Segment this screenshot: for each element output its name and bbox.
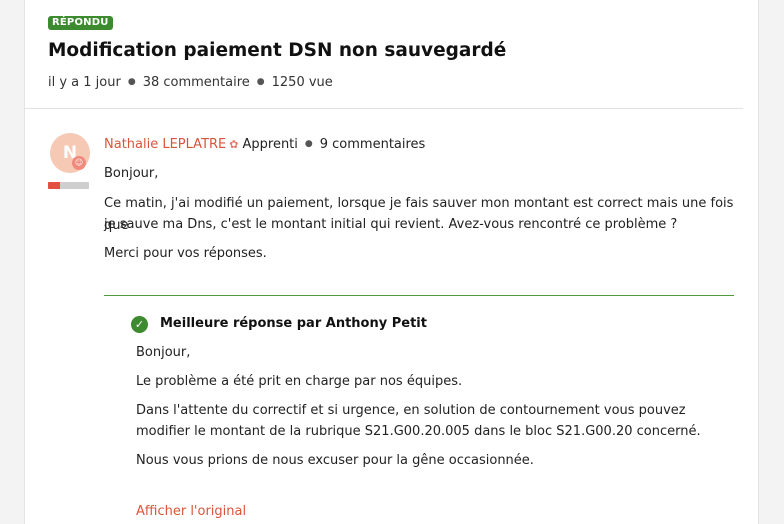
separator-dot-icon: ● (304, 139, 313, 149)
author-name-link[interactable]: Nathalie LEPLATRE (104, 137, 226, 152)
question-body-line2: je sauve ma Dns, c'est le montant initia… (104, 217, 678, 232)
question-greeting: Bonjour, (104, 166, 159, 181)
check-circle-icon: ✓ (131, 316, 148, 333)
answer-line1: Le problème a été prit en charge par nos… (136, 374, 463, 389)
answer-greeting: Bonjour, (136, 345, 191, 360)
post-title: Modification paiement DSN non sauvegardé (48, 40, 507, 61)
author-role: Apprenti (242, 137, 298, 152)
answer-line4: Nous vous prions de nous excuser pour la… (136, 453, 534, 468)
author-comment-count: 9 commentaires (319, 137, 426, 152)
post-time: il y a 1 jour (48, 75, 121, 90)
author-line: Nathalie LEPLATRE ✿ Apprenti ● 9 commentaire… (104, 137, 425, 152)
answer-line2: Dans l'attente du correctif et si urgenc… (136, 403, 686, 418)
post-comment-count: 38 commentaire (142, 75, 250, 90)
status-badge: RÉPONDU (48, 16, 113, 30)
header-divider (25, 108, 743, 109)
best-answer-divider (104, 295, 734, 296)
question-closing: Merci pour vos réponses. (104, 246, 267, 261)
best-answer-heading: Meilleure réponse par Anthony Petit (160, 316, 427, 331)
post-card: RÉPONDU Modification paiement DSN non sa… (24, 0, 759, 524)
separator-dot-icon: ● (256, 77, 265, 87)
show-original-link[interactable]: Afficher l'original (136, 504, 246, 519)
separator-dot-icon: ● (127, 77, 136, 87)
answer-line3: modifier le montant de la rubrique S21.G… (136, 424, 701, 439)
post-view-count: 1250 vue (271, 75, 333, 90)
rank-progress-bar (48, 182, 89, 189)
post-meta: il y a 1 jour ● 38 commentaire ● 1250 vue (48, 75, 333, 90)
brain-icon: ✿ (229, 138, 239, 151)
rank-progress-fill (48, 182, 61, 189)
rank-badge-icon: ☺ (72, 156, 86, 170)
